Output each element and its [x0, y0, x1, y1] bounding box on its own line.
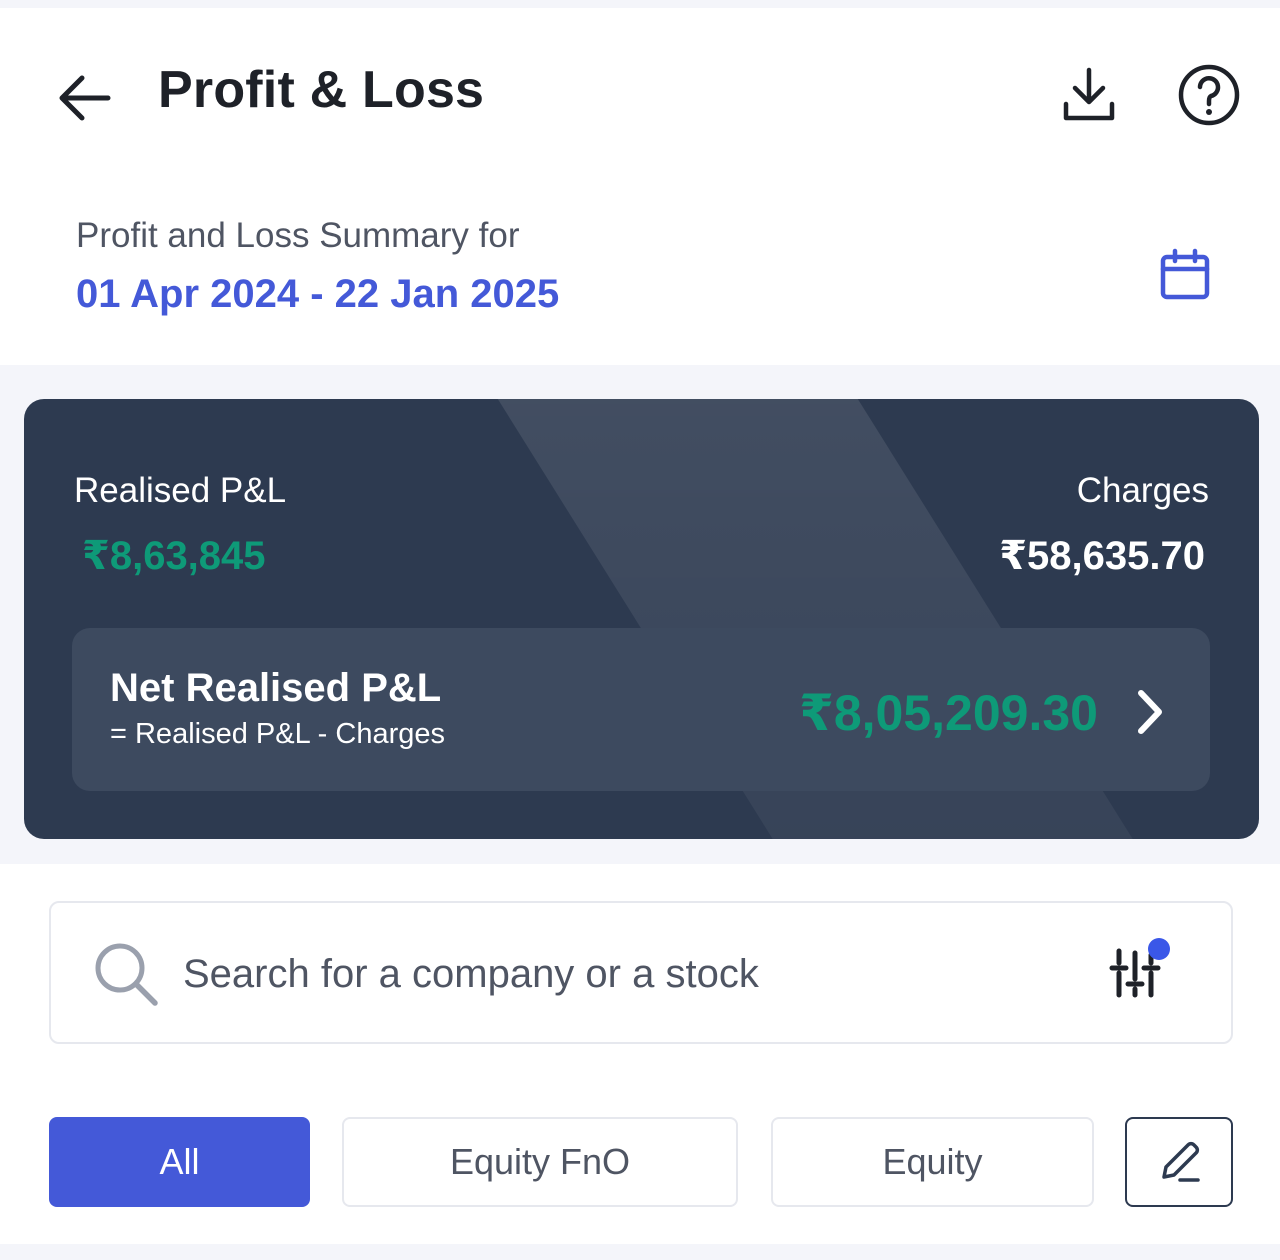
search-bar	[49, 901, 1233, 1044]
chevron-right-icon	[1128, 684, 1172, 740]
net-realised-pnl-value: ₹8,05,209.30	[799, 685, 1098, 741]
page-header: Profit & Loss Profit and Loss Summary fo…	[0, 8, 1280, 365]
filter-chip-equity-fno[interactable]: Equity FnO	[342, 1117, 738, 1207]
pnl-summary-card: Realised P&L ₹8,63,845 Charges ₹58,635.7…	[24, 399, 1259, 839]
back-button[interactable]	[52, 66, 116, 130]
edit-filters-button[interactable]	[1125, 1117, 1233, 1207]
realised-pnl-label: Realised P&L	[74, 471, 287, 510]
download-icon	[1063, 67, 1115, 121]
summary-label: Profit and Loss Summary for	[76, 216, 520, 255]
search-icon	[95, 943, 158, 1006]
download-button[interactable]	[1056, 60, 1122, 130]
net-realised-pnl-title: Net Realised P&L	[110, 666, 442, 710]
filter-sliders-icon	[1109, 938, 1170, 998]
calendar-icon	[1160, 248, 1210, 300]
holdings-section: All Equity FnO Equity	[0, 864, 1280, 1244]
help-button[interactable]	[1174, 60, 1244, 130]
search-input[interactable]	[183, 939, 1063, 1009]
filter-button[interactable]	[1101, 933, 1181, 1013]
calendar-button[interactable]	[1150, 240, 1220, 310]
arrow-left-icon	[59, 75, 111, 121]
filter-chip-equity[interactable]: Equity	[771, 1117, 1094, 1207]
charges-label: Charges	[1076, 471, 1209, 510]
help-circle-icon	[1178, 64, 1240, 126]
filter-chip-all[interactable]: All	[49, 1117, 310, 1207]
pencil-icon	[1162, 1141, 1200, 1182]
bottom-strip	[0, 1244, 1280, 1260]
net-realised-pnl-row[interactable]: Net Realised P&L = Realised P&L - Charge…	[72, 628, 1210, 791]
realised-pnl-value: ₹8,63,845	[82, 534, 266, 578]
net-realised-pnl-formula: = Realised P&L - Charges	[110, 718, 446, 750]
charges-value: ₹58,635.70	[999, 534, 1205, 578]
status-strip	[0, 0, 1280, 8]
date-range[interactable]: 01 Apr 2024 - 22 Jan 2025	[76, 272, 559, 317]
page-title: Profit & Loss	[158, 61, 485, 119]
